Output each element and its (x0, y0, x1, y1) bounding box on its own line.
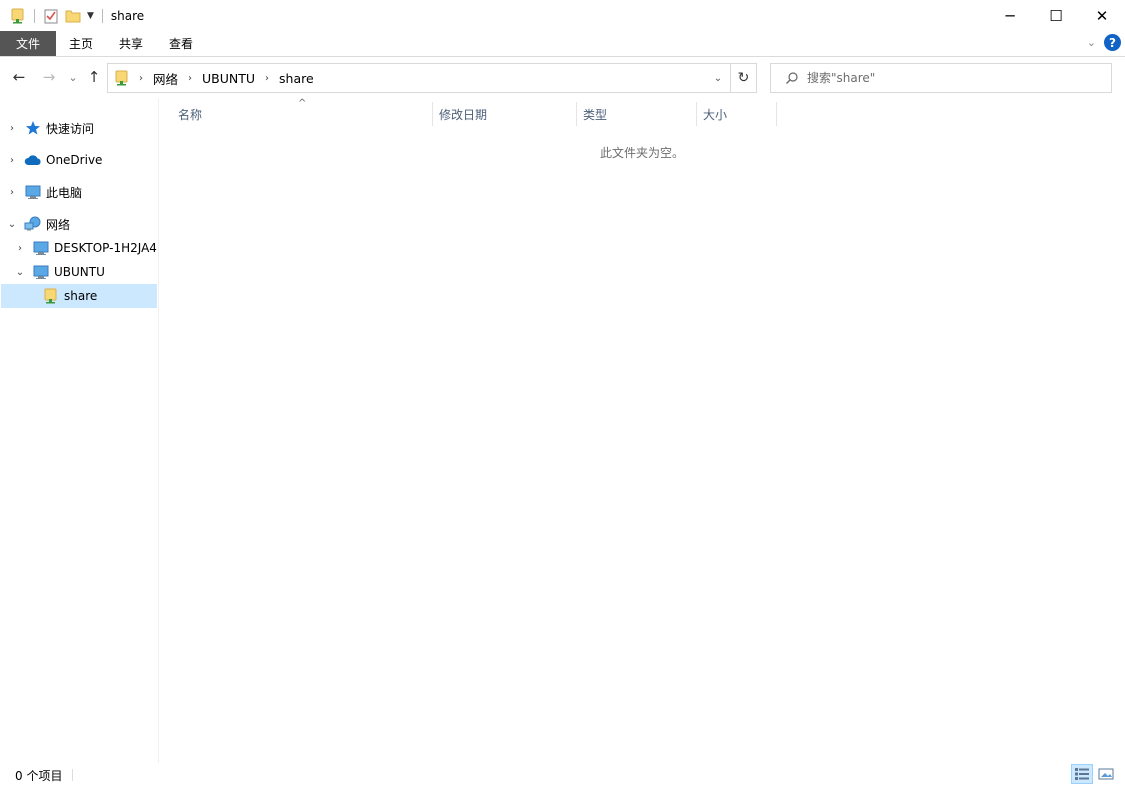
quick-access-toolbar: ▼ (0, 0, 111, 31)
navigation-bar: ← → ⌄ ↑ › 网络 › UBUNTU › share ⌄ ↻ (0, 58, 1125, 98)
maximize-button[interactable]: ☐ (1033, 0, 1079, 31)
computer-icon (24, 184, 42, 200)
column-header-size[interactable]: 大小 (697, 102, 776, 126)
sidebar-item-label: 此电脑 (46, 185, 83, 200)
close-button[interactable]: ✕ (1079, 0, 1125, 31)
details-view-icon (1075, 768, 1089, 780)
navigation-pane: › 快速访问 › OneDrive › 此电脑 ⌄ 网络 › DESKTOP-1… (0, 98, 159, 763)
breadcrumb: › 网络 › UBUNTU › share (108, 64, 706, 92)
tab-file[interactable]: 文件 (0, 31, 57, 56)
computer-icon (32, 240, 50, 256)
window-controls: ─ ☐ ✕ (987, 0, 1125, 31)
search-icon (783, 69, 801, 87)
cloud-icon (24, 152, 42, 168)
recent-locations-button[interactable]: ⌄ (64, 68, 82, 86)
sidebar-item-onedrive[interactable]: › OneDrive (0, 148, 157, 172)
customize-dropdown-icon[interactable]: ▼ (87, 11, 94, 21)
tab-view[interactable]: 查看 (156, 31, 206, 56)
chevron-right-icon[interactable]: › (6, 186, 18, 198)
address-bar[interactable]: › 网络 › UBUNTU › share ⌄ ↻ (107, 63, 757, 93)
chevron-right-icon[interactable]: › (6, 122, 18, 134)
details-view-button[interactable] (1071, 764, 1093, 784)
status-divider (72, 769, 74, 781)
sidebar-item-share[interactable]: share (1, 284, 157, 308)
search-box[interactable] (770, 63, 1112, 93)
column-header-type[interactable]: 类型 (577, 102, 696, 126)
column-headers: ^ 名称 修改日期 类型 大小 (160, 98, 1125, 130)
column-divider[interactable] (776, 102, 777, 126)
back-button[interactable]: ← (10, 68, 28, 86)
window-title: share (110, 8, 145, 23)
expand-ribbon-icon[interactable]: ⌄ (1087, 36, 1096, 49)
up-button[interactable]: ↑ (85, 68, 103, 86)
properties-icon[interactable] (43, 8, 59, 24)
chevron-right-icon[interactable]: › (6, 154, 18, 166)
chevron-right-icon[interactable]: › (14, 242, 26, 254)
star-icon (24, 120, 42, 136)
item-count: 0 个项目 (15, 768, 63, 783)
sidebar-item-quick-access[interactable]: › 快速访问 (0, 116, 157, 140)
breadcrumb-network[interactable]: 网络 (149, 69, 182, 88)
address-dropdown-icon[interactable]: ⌄ (706, 64, 730, 92)
sidebar-item-network[interactable]: ⌄ 网络 (0, 212, 157, 236)
share-folder-icon (42, 288, 60, 304)
breadcrumb-ubuntu[interactable]: UBUNTU (198, 71, 259, 86)
toolbar-divider (101, 8, 103, 23)
chevron-down-icon[interactable]: ⌄ (14, 266, 26, 278)
ribbon-tabs: 文件 主页 共享 查看 ⌄ ? (0, 31, 1125, 57)
forward-button[interactable]: → (40, 68, 58, 86)
share-folder-icon[interactable] (10, 8, 26, 24)
title-bar: ▼ share ─ ☐ ✕ (0, 0, 1125, 31)
tab-home[interactable]: 主页 (56, 31, 106, 56)
chevron-down-icon[interactable]: ⌄ (6, 218, 18, 230)
help-icon[interactable]: ? (1104, 34, 1121, 51)
sidebar-item-ubuntu[interactable]: ⌄ UBUNTU (0, 260, 157, 284)
column-header-name[interactable]: 名称 (172, 102, 432, 126)
sidebar-item-this-pc[interactable]: › 此电脑 (0, 180, 157, 204)
ribbon-right-controls: ⌄ ? (1087, 34, 1121, 51)
sidebar-item-label: share (64, 289, 98, 303)
search-input[interactable] (807, 71, 1107, 85)
network-icon (24, 216, 42, 232)
expander-placeholder (30, 290, 42, 302)
chevron-right-icon[interactable]: › (133, 73, 149, 84)
toolbar-divider (34, 8, 35, 23)
view-switcher (1071, 764, 1117, 784)
minimize-button[interactable]: ─ (987, 0, 1033, 31)
chevron-right-icon[interactable]: › (182, 73, 198, 84)
status-bar: 0 个项目 (0, 763, 1125, 787)
breadcrumb-share[interactable]: share (275, 71, 318, 86)
sidebar-item-label: DESKTOP-1H2JA4 (54, 241, 157, 255)
empty-folder-message: 此文件夹为空。 (600, 146, 685, 160)
new-folder-icon[interactable] (65, 8, 81, 24)
refresh-button[interactable]: ↻ (730, 64, 756, 92)
tab-share[interactable]: 共享 (106, 31, 156, 56)
sidebar-item-label: 网络 (46, 217, 71, 232)
sidebar-item-label: UBUNTU (54, 265, 105, 279)
sidebar-item-label: OneDrive (46, 153, 103, 167)
large-icons-view-button[interactable] (1095, 764, 1117, 784)
sidebar-item-label: 快速访问 (46, 121, 95, 136)
chevron-right-icon[interactable]: › (259, 73, 275, 84)
computer-icon (32, 264, 50, 280)
large-icons-view-icon (1098, 768, 1114, 780)
sidebar-item-desktop-1h2ja4[interactable]: › DESKTOP-1H2JA4 (0, 236, 157, 260)
column-header-date-modified[interactable]: 修改日期 (433, 102, 576, 126)
share-folder-icon (113, 70, 131, 86)
